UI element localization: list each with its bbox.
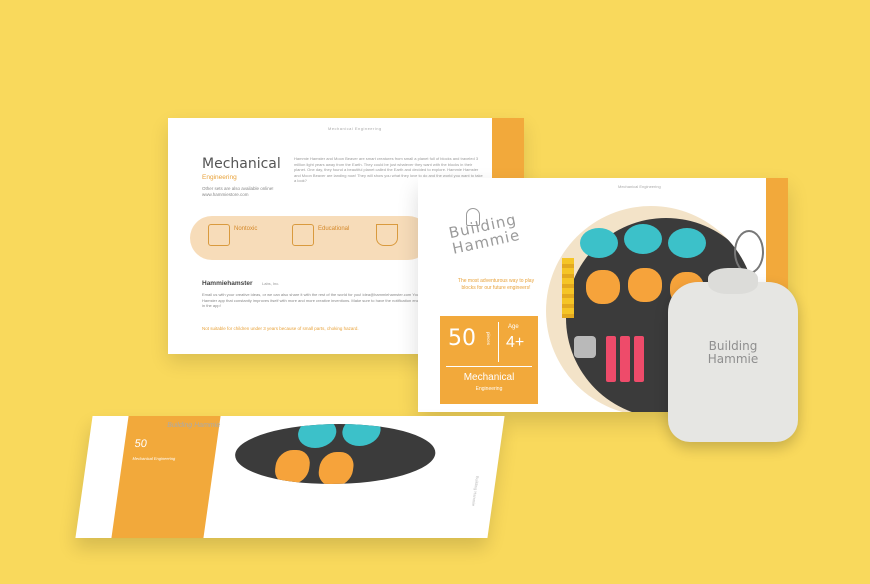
yellow-block <box>562 258 574 318</box>
feature-nontoxic: Nontoxic <box>234 226 258 232</box>
product-photo-scene: Mechanical Engineering Mechanical Engine… <box>0 0 870 584</box>
back-box-title: Mechanical <box>202 156 281 172</box>
back-box-top-text: Mechanical Engineering <box>328 126 382 131</box>
drawstring-bag: Building Hammie <box>668 230 798 442</box>
basin-icon <box>376 224 398 246</box>
age-label: Age <box>508 324 519 330</box>
teal-block <box>296 424 339 448</box>
feature-educational: Educational <box>318 226 350 232</box>
tagline: The most adventurous way to play blocks … <box>457 278 535 291</box>
info-badge: 50 pieces Age 4+ Mechanical Engineering <box>440 316 538 404</box>
owner-name: Hammiehamster <box>202 280 253 287</box>
orange-block <box>316 452 356 484</box>
lying-box: 50 Mechanical Engineering Building Hammi… <box>75 416 505 538</box>
bag-neck <box>708 268 758 294</box>
back-box-note: Other sets are also available online! ww… <box>202 186 274 197</box>
orange-block <box>273 450 312 484</box>
pink-block <box>634 336 644 382</box>
orange-block <box>628 268 662 302</box>
lying-box-logo: Building Hammie <box>166 422 221 429</box>
back-box-subtitle: Engineering <box>202 174 237 181</box>
teal-block <box>624 224 662 254</box>
teal-block <box>340 424 383 446</box>
lying-box-window <box>231 424 440 484</box>
lying-box-band-text: Mechanical Engineering <box>132 456 176 461</box>
pieces-count: 50 <box>448 326 476 351</box>
badge-title: Mechanical <box>463 372 515 383</box>
orange-block <box>586 270 620 304</box>
pieces-label: pieces <box>486 332 491 346</box>
bag-logo-line2: Hammie <box>707 352 759 366</box>
teal-block <box>580 228 618 258</box>
badge-divider <box>498 322 499 362</box>
badge-line <box>446 366 532 367</box>
lying-box-band: 50 Mechanical Engineering <box>111 416 221 538</box>
pink-block <box>606 336 616 382</box>
book-icon <box>292 224 314 246</box>
brand-logo: Building Hammie <box>447 210 522 258</box>
warning-text: Not suitable for children under 3 years … <box>202 326 359 331</box>
bag-logo: Building Hammie <box>698 340 768 366</box>
teal-block <box>668 228 706 258</box>
front-box-top-text: Mechanical Engineering <box>618 184 661 189</box>
badge-subtitle: Engineering <box>475 386 503 392</box>
pink-block <box>620 336 630 382</box>
grey-block <box>574 336 596 358</box>
owner-tag: Labs, Inc. <box>262 281 280 286</box>
flask-icon <box>208 224 230 246</box>
age-value: 4+ <box>506 334 525 351</box>
lying-box-side-text: Building Hammie <box>470 476 481 507</box>
lying-box-count: 50 <box>133 438 148 450</box>
